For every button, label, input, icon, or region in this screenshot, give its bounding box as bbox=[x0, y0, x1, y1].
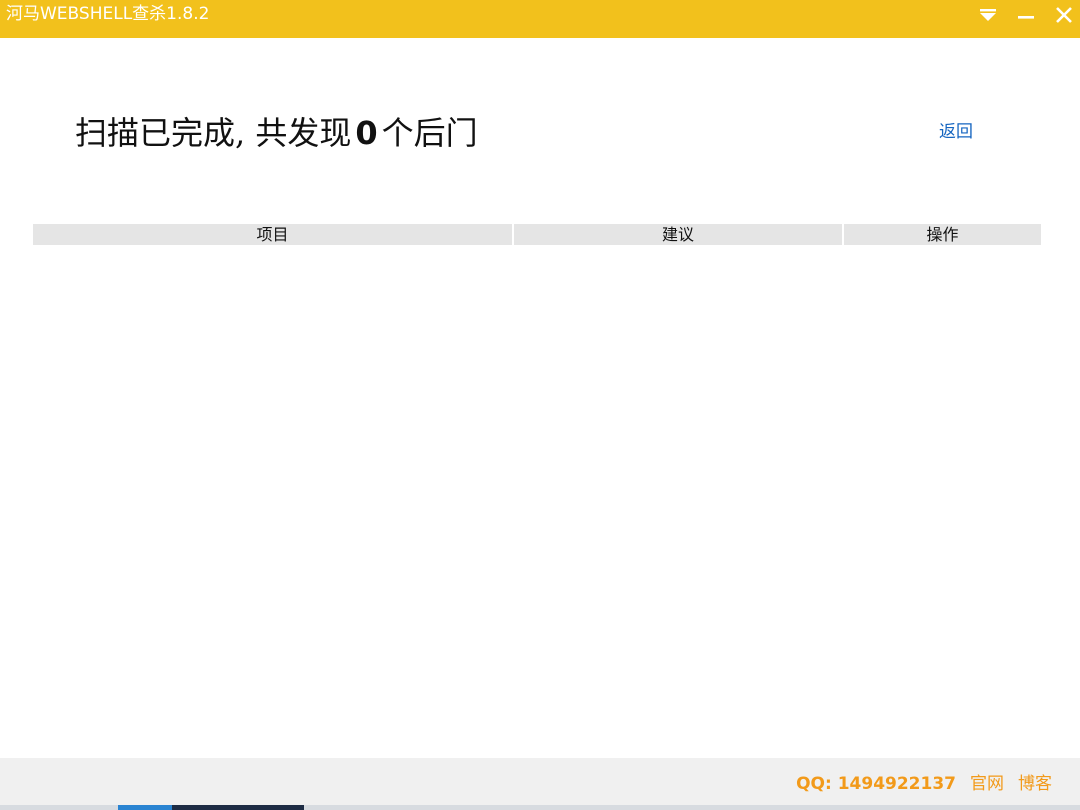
backdoor-count: 0 bbox=[355, 114, 378, 152]
scan-result-headline: 扫描已完成, 共发现 0 个后门 bbox=[75, 113, 478, 153]
taskbar-item-highlight bbox=[118, 805, 172, 810]
close-icon bbox=[1056, 7, 1072, 23]
column-header-advice[interactable]: 建议 bbox=[514, 224, 842, 245]
window-title: 河马WEBSHELL查杀1.8.2 bbox=[6, 4, 210, 24]
column-header-item[interactable]: 项目 bbox=[33, 224, 512, 245]
back-link[interactable]: 返回 bbox=[939, 121, 973, 143]
result-suffix: 个后门 bbox=[381, 114, 478, 152]
title-bar[interactable]: 河马WEBSHELL查杀1.8.2 bbox=[0, 0, 1080, 38]
blog-link[interactable]: 博客 bbox=[1018, 773, 1052, 795]
official-site-link[interactable]: 官网 bbox=[970, 773, 1004, 795]
dropdown-triangle-icon bbox=[980, 9, 996, 21]
results-table-header: 项目 建议 操作 bbox=[33, 224, 1041, 245]
close-button[interactable] bbox=[1046, 0, 1080, 30]
result-prefix: 扫描已完成, 共发现 bbox=[75, 114, 352, 152]
footer-bar: QQ: 1494922137 官网 博客 bbox=[0, 758, 1080, 810]
minimize-icon bbox=[1018, 16, 1034, 19]
qq-number: QQ: 1494922137 bbox=[796, 774, 956, 794]
menu-button[interactable] bbox=[970, 0, 1006, 30]
taskbar-item-dark bbox=[172, 805, 304, 810]
footer-links: QQ: 1494922137 官网 博客 bbox=[796, 773, 1052, 795]
minimize-button[interactable] bbox=[1008, 0, 1044, 30]
column-header-action[interactable]: 操作 bbox=[844, 224, 1041, 245]
